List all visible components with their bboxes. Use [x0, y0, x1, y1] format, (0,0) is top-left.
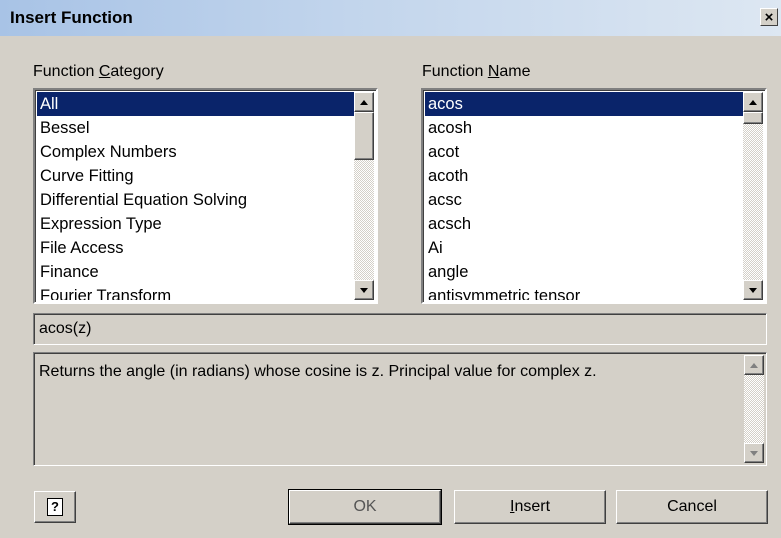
function-list-item[interactable]: antisymmetric tensor [425, 284, 743, 300]
function-name-scrollbar[interactable] [743, 92, 763, 300]
help-icon: ? [47, 498, 63, 516]
scroll-up-arrow-icon [360, 99, 368, 105]
scroll-up-arrow-icon [750, 362, 758, 368]
function-list-item[interactable]: acos [425, 92, 743, 116]
function-category-scroll-down-button[interactable] [354, 280, 374, 300]
function-category-scroll-thumb[interactable] [354, 112, 374, 160]
description-scroll-up-button[interactable] [744, 355, 764, 375]
help-button[interactable]: ? [34, 491, 76, 523]
scroll-down-arrow-icon [749, 287, 757, 293]
function-name-label: Function Name [422, 63, 531, 80]
function-category-items: All Bessel Complex Numbers Curve Fitting Dif… [37, 92, 354, 300]
ok-button[interactable]: OK [288, 489, 442, 525]
scroll-down-arrow-icon [750, 450, 758, 456]
function-list-item[interactable]: acot [425, 140, 743, 164]
dialog-title: Insert Function [10, 8, 133, 27]
function-list-item[interactable]: acosh [425, 116, 743, 140]
description-scroll-down-button[interactable] [744, 443, 764, 463]
category-list-item[interactable]: Differential Equation Solving [37, 188, 354, 212]
function-description: Returns the angle (in radians) whose cos… [39, 363, 597, 380]
function-list-item[interactable]: acoth [425, 164, 743, 188]
category-list-item[interactable]: Expression Type [37, 212, 354, 236]
title-bar: Insert Function × [0, 0, 781, 36]
function-name-scroll-thumb[interactable] [743, 112, 763, 124]
function-name-items: acos acosh acot acoth acsc acsch Ai angle antisy… [425, 92, 743, 300]
function-list-item[interactable]: acsc [425, 188, 743, 212]
function-syntax: acos(z) [33, 313, 767, 345]
scroll-down-arrow-icon [360, 287, 368, 293]
insert-button[interactable]: Insert [454, 490, 606, 524]
category-list-item[interactable]: Curve Fitting [37, 164, 354, 188]
function-category-label: Function Category [33, 63, 164, 80]
function-name-scroll-down-button[interactable] [743, 280, 763, 300]
description-scrollbar[interactable] [744, 355, 764, 463]
cancel-button[interactable]: Cancel [616, 490, 768, 524]
close-icon: × [764, 8, 774, 26]
category-list-item[interactable]: File Access [37, 236, 354, 260]
function-category-scroll-up-button[interactable] [354, 92, 374, 112]
function-category-list[interactable]: All Bessel Complex Numbers Curve Fitting Dif… [33, 88, 378, 304]
category-list-item[interactable]: Fourier Transform [37, 284, 354, 300]
function-list-item[interactable]: acsch [425, 212, 743, 236]
function-description-box: Returns the angle (in radians) whose cos… [33, 352, 767, 466]
scroll-up-arrow-icon [749, 99, 757, 105]
category-list-item[interactable]: Finance [37, 260, 354, 284]
function-name-scroll-up-button[interactable] [743, 92, 763, 112]
function-category-scrollbar[interactable] [354, 92, 374, 300]
category-list-item[interactable]: Bessel [37, 116, 354, 140]
function-name-list[interactable]: acos acosh acot acoth acsc acsch Ai angle antisy… [421, 88, 767, 304]
category-list-item[interactable]: Complex Numbers [37, 140, 354, 164]
close-button[interactable]: × [760, 8, 778, 26]
category-list-item[interactable]: All [37, 92, 354, 116]
function-list-item[interactable]: angle [425, 260, 743, 284]
function-list-item[interactable]: Ai [425, 236, 743, 260]
